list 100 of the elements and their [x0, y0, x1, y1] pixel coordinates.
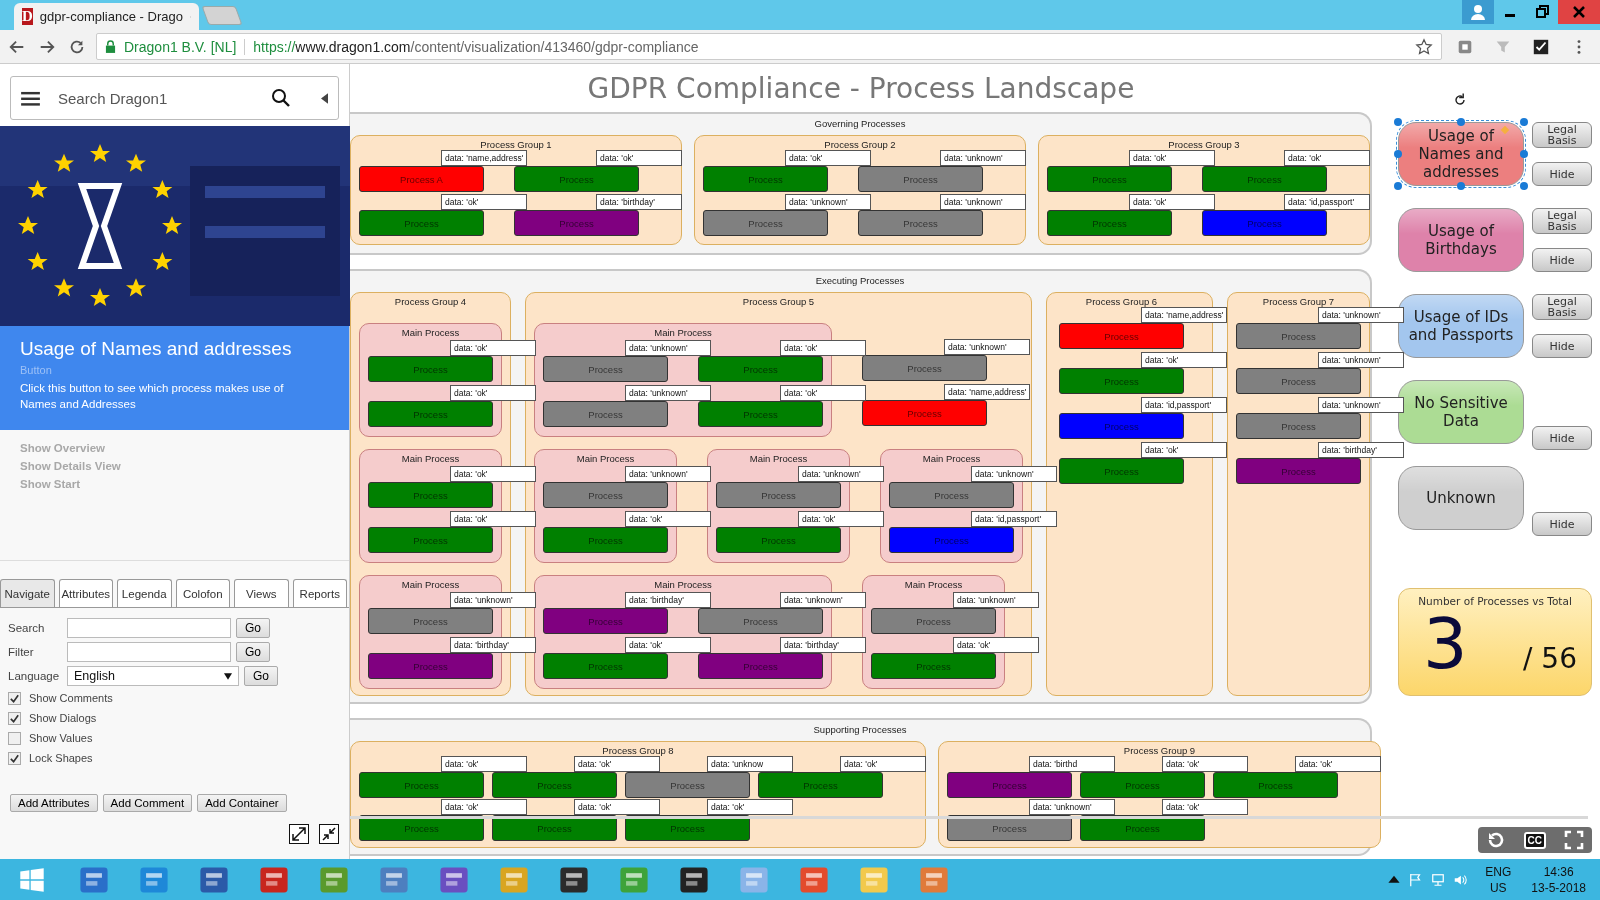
process-box[interactable]: Process [703, 210, 828, 236]
panel-tab[interactable]: Views [234, 579, 289, 607]
process-box[interactable]: Process [1236, 323, 1361, 349]
process-box[interactable]: Process [1236, 413, 1361, 439]
process-box[interactable]: Process [368, 356, 493, 382]
process-box[interactable]: Process [368, 608, 493, 634]
input-field[interactable] [67, 642, 231, 662]
process-box[interactable]: Process [1202, 166, 1327, 192]
process-box[interactable]: Process [492, 772, 617, 798]
process-box[interactable]: Process [543, 608, 668, 634]
expand-icon[interactable] [289, 824, 309, 844]
captions-button[interactable]: CC [1523, 831, 1546, 849]
clock-time[interactable]: 14:36 [1543, 863, 1574, 880]
action-button[interactable]: Add Attributes [10, 794, 98, 812]
language-dropdown[interactable]: English [67, 666, 239, 686]
process-box[interactable]: Process [889, 527, 1014, 553]
adjust-handle[interactable] [1500, 125, 1510, 135]
process-box[interactable]: Process [625, 772, 750, 798]
checkbox[interactable] [8, 731, 21, 745]
go-button[interactable]: Go [244, 666, 278, 686]
process-box[interactable]: Process [1047, 210, 1172, 236]
process-box[interactable]: Process [716, 482, 841, 508]
legend-button[interactable]: Usage of IDs and Passports [1398, 294, 1524, 358]
region-indicator[interactable]: US [1489, 879, 1507, 896]
process-box[interactable]: Process [368, 653, 493, 679]
process-box[interactable]: Process [698, 401, 823, 427]
go-button[interactable]: Go [236, 642, 270, 662]
action-button[interactable]: Add Comment [102, 794, 193, 812]
star-icon[interactable] [1415, 37, 1433, 56]
selection-handle[interactable] [1394, 118, 1402, 126]
legend-button[interactable]: Usage of Names and addresses [1398, 122, 1524, 186]
process-box[interactable]: Process [368, 482, 493, 508]
process-box[interactable]: Process [947, 772, 1072, 798]
hide-button[interactable]: Hide [1532, 512, 1592, 536]
process-box[interactable]: Process [862, 355, 987, 381]
hide-button[interactable]: Hide [1532, 248, 1592, 272]
process-box[interactable]: Process [514, 166, 639, 192]
panel-tab[interactable]: Reports [292, 579, 347, 607]
process-box[interactable]: Process [1047, 166, 1172, 192]
rotate-handle-icon[interactable] [1452, 92, 1468, 108]
process-box[interactable]: Process [514, 210, 639, 236]
selection-handle[interactable] [1394, 182, 1402, 190]
hide-button[interactable]: Hide [1532, 162, 1592, 186]
process-box[interactable]: Process [698, 356, 823, 382]
process-box[interactable]: Process [698, 653, 823, 679]
checkbox[interactable] [8, 711, 21, 725]
process-box[interactable]: Process [543, 482, 668, 508]
process-box[interactable]: Process [758, 772, 883, 798]
process-box[interactable]: Process A [359, 166, 484, 192]
language-indicator[interactable]: ENG [1485, 863, 1512, 880]
legal-basis-button[interactable]: Legal Basis [1532, 122, 1592, 148]
process-box[interactable]: Process [1059, 413, 1184, 439]
selection-handle[interactable] [1457, 182, 1465, 190]
process-box[interactable]: Process [1059, 368, 1184, 394]
process-box[interactable]: Process [1059, 458, 1184, 484]
legend-button[interactable]: Usage of Birthdays [1398, 208, 1524, 272]
process-box[interactable]: Process [543, 356, 668, 382]
process-box[interactable]: Process [543, 401, 668, 427]
collapse-icon[interactable] [321, 92, 328, 104]
process-box[interactable]: Process [862, 400, 987, 426]
process-box[interactable]: Process [858, 166, 983, 192]
process-box[interactable]: Process [871, 608, 996, 634]
process-box[interactable]: Process [368, 527, 493, 553]
process-box[interactable]: Process [543, 653, 668, 679]
flag-icon[interactable] [1409, 872, 1424, 887]
process-box[interactable]: Process [1202, 210, 1327, 236]
clock-date[interactable]: 13-5-2018 [1531, 879, 1586, 896]
process-box[interactable]: Process [1236, 368, 1361, 394]
process-box[interactable]: Process [543, 527, 668, 553]
address-bar[interactable]: Dragon1 B.V. [NL] https://www.dragon1.com/content/visualization/413460/gdpr-compliance [96, 33, 1442, 60]
legend-button[interactable]: Unknown [1398, 466, 1524, 530]
go-button[interactable]: Go [236, 618, 270, 638]
panel-tab[interactable]: Colofon [175, 579, 230, 607]
legal-basis-button[interactable]: Legal Basis [1532, 294, 1592, 320]
selection-handle[interactable] [1520, 118, 1528, 126]
panel-tab[interactable]: Attributes [58, 579, 113, 607]
process-box[interactable]: Process [698, 608, 823, 634]
hide-button[interactable]: Hide [1532, 334, 1592, 358]
shrink-icon[interactable] [319, 824, 339, 844]
process-box[interactable]: Process [359, 772, 484, 798]
process-box[interactable]: Process [716, 527, 841, 553]
process-box[interactable]: Process [871, 653, 996, 679]
process-box[interactable]: Process [368, 401, 493, 427]
menu-icon[interactable] [21, 90, 40, 106]
search-bar[interactable]: Search Dragon1 [10, 76, 339, 120]
selection-handle[interactable] [1394, 150, 1402, 158]
process-box[interactable]: Process [1236, 458, 1361, 484]
legend-button[interactable]: No Sensitive Data [1398, 380, 1524, 444]
panel-tab[interactable]: Navigate [0, 579, 55, 607]
process-box[interactable]: Process [1059, 323, 1184, 349]
fullscreen-icon[interactable] [1564, 830, 1584, 850]
process-box[interactable]: Process [858, 210, 983, 236]
hide-button[interactable]: Hide [1532, 426, 1592, 450]
browser-tab[interactable]: D gdpr-compliance - Drago [14, 3, 199, 30]
selection-handle[interactable] [1520, 150, 1528, 158]
panel-tab[interactable]: Legenda [117, 579, 172, 607]
selection-handle[interactable] [1520, 182, 1528, 190]
network-icon[interactable] [1431, 872, 1446, 887]
input-field[interactable] [67, 618, 231, 638]
process-box[interactable]: Process [889, 482, 1014, 508]
